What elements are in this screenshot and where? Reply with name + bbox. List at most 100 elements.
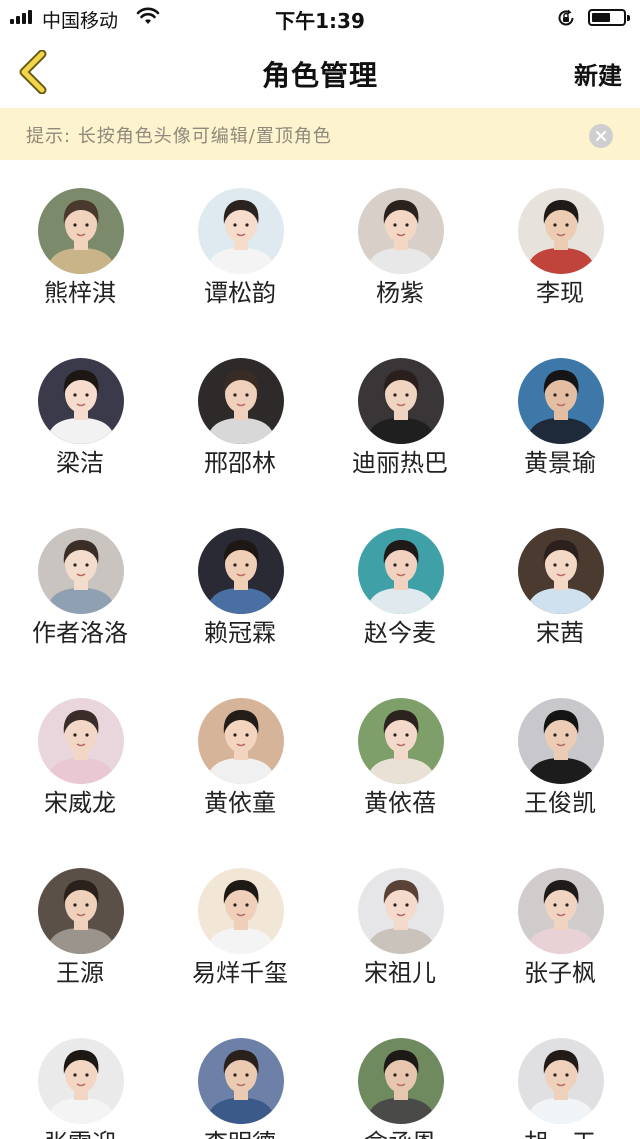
character-avatar[interactable]	[198, 528, 284, 614]
character-name: 宋茜	[536, 619, 584, 647]
character-avatar[interactable]	[518, 188, 604, 274]
character-avatar[interactable]	[518, 1038, 604, 1124]
character-avatar[interactable]	[38, 1038, 124, 1124]
avatar-portrait-icon	[198, 698, 284, 784]
character-name: 杨紫	[376, 279, 424, 307]
avatar-portrait-icon	[518, 868, 604, 954]
character-avatar[interactable]	[358, 528, 444, 614]
avatar-portrait-icon	[358, 698, 444, 784]
character-name: 宋祖儿	[364, 959, 436, 987]
battery-icon	[588, 9, 630, 26]
character-avatar[interactable]	[518, 528, 604, 614]
character-avatar[interactable]	[38, 698, 124, 784]
character-name: 易烊千玺	[192, 959, 288, 987]
navigation-bar: 角色管理 新建	[0, 36, 640, 108]
avatar-portrait-icon	[38, 188, 124, 274]
character-item[interactable]: 熊梓淇	[0, 160, 160, 330]
character-avatar[interactable]	[198, 188, 284, 274]
character-item[interactable]: 张子枫	[480, 840, 640, 1010]
close-icon	[595, 130, 607, 142]
status-bar: 中国移动 下午1:39	[0, 0, 640, 36]
character-name: 梁洁	[56, 449, 104, 477]
avatar-portrait-icon	[358, 868, 444, 954]
avatar-portrait-icon	[38, 528, 124, 614]
character-avatar[interactable]	[358, 868, 444, 954]
character-avatar[interactable]	[198, 358, 284, 444]
character-item[interactable]: 宋茜	[480, 500, 640, 670]
character-avatar[interactable]	[518, 358, 604, 444]
character-avatar[interactable]	[38, 188, 124, 274]
character-item[interactable]: 杨紫	[320, 160, 480, 330]
character-avatar[interactable]	[38, 358, 124, 444]
character-avatar[interactable]	[358, 188, 444, 274]
avatar-portrait-icon	[518, 1038, 604, 1124]
character-item[interactable]: 邢邵林	[160, 330, 320, 500]
character-item[interactable]: 俞承恩	[320, 1010, 480, 1139]
character-avatar[interactable]	[38, 868, 124, 954]
tip-close-button[interactable]	[589, 124, 613, 148]
character-name: 迪丽热巴	[352, 449, 448, 477]
character-name: 作者洛洛	[32, 619, 128, 647]
character-item[interactable]: 黄依童	[160, 670, 320, 840]
character-name: 李现	[536, 279, 584, 307]
character-avatar[interactable]	[518, 868, 604, 954]
status-time: 下午1:39	[275, 9, 365, 33]
character-name: 宋威龙	[44, 789, 116, 817]
character-name: 熊梓淇	[44, 279, 116, 307]
tip-text: 提示: 长按角色头像可编辑/置顶角色	[26, 126, 332, 147]
character-item[interactable]: 梁洁	[0, 330, 160, 500]
character-name: 邢邵林	[204, 449, 276, 477]
avatar-portrait-icon	[38, 358, 124, 444]
avatar-portrait-icon	[518, 188, 604, 274]
avatar-portrait-icon	[358, 188, 444, 274]
character-item[interactable]: 谭松韵	[160, 160, 320, 330]
character-avatar[interactable]	[358, 358, 444, 444]
character-item[interactable]: 黄景瑜	[480, 330, 640, 500]
avatar-portrait-icon	[198, 188, 284, 274]
tip-banner: 提示: 长按角色头像可编辑/置顶角色	[0, 108, 640, 160]
character-avatar[interactable]	[198, 1038, 284, 1124]
avatar-portrait-icon	[358, 358, 444, 444]
character-name: 张子枫	[524, 959, 596, 987]
avatar-portrait-icon	[38, 698, 124, 784]
character-item[interactable]: 宋威龙	[0, 670, 160, 840]
character-item[interactable]: 迪丽热巴	[320, 330, 480, 500]
character-item[interactable]: 王俊凯	[480, 670, 640, 840]
avatar-portrait-icon	[518, 698, 604, 784]
avatar-portrait-icon	[38, 1038, 124, 1124]
character-name: 赖冠霖	[204, 619, 276, 647]
character-name: 谭松韵	[204, 279, 276, 307]
new-character-button[interactable]: 新建	[574, 56, 622, 91]
character-item[interactable]: 赵今麦	[320, 500, 480, 670]
character-grid: 熊梓淇 谭松韵 杨紫 李现梁洁 邢邵林 迪丽热巴 黄景瑜作者洛洛 赖冠霖 赵今麦 宋茜宋威龙 黄依童…	[0, 160, 640, 1139]
page-title: 角色管理	[261, 59, 378, 92]
character-avatar[interactable]	[198, 698, 284, 784]
avatar-portrait-icon	[198, 1038, 284, 1124]
avatar-portrait-icon	[358, 528, 444, 614]
character-item[interactable]: 李明德	[160, 1010, 320, 1139]
character-name: 赵今麦	[364, 619, 436, 647]
character-avatar[interactable]	[38, 528, 124, 614]
character-avatar[interactable]	[518, 698, 604, 784]
character-item[interactable]: 赖冠霖	[160, 500, 320, 670]
character-name: 王俊凯	[524, 789, 596, 817]
character-avatar[interactable]	[358, 698, 444, 784]
rotation-lock-icon	[558, 9, 574, 26]
character-item[interactable]: 宋祖儿	[320, 840, 480, 1010]
character-avatar[interactable]	[358, 1038, 444, 1124]
character-item[interactable]: 胡一天	[480, 1010, 640, 1139]
character-name: 黄景瑜	[524, 449, 596, 477]
avatar-portrait-icon	[518, 528, 604, 614]
character-item[interactable]: 易烊千玺	[160, 840, 320, 1010]
character-item[interactable]: 王源	[0, 840, 160, 1010]
character-item[interactable]: 黄依蓓	[320, 670, 480, 840]
character-item[interactable]: 李现	[480, 160, 640, 330]
character-avatar[interactable]	[198, 868, 284, 954]
character-item[interactable]: 作者洛洛	[0, 500, 160, 670]
character-name: 俞承恩	[320, 1123, 480, 1139]
avatar-portrait-icon	[198, 528, 284, 614]
character-name: 李明德	[160, 1123, 320, 1139]
character-name: 胡一天	[480, 1123, 640, 1139]
character-item[interactable]: 张雪迎	[0, 1010, 160, 1139]
avatar-portrait-icon	[358, 1038, 444, 1124]
